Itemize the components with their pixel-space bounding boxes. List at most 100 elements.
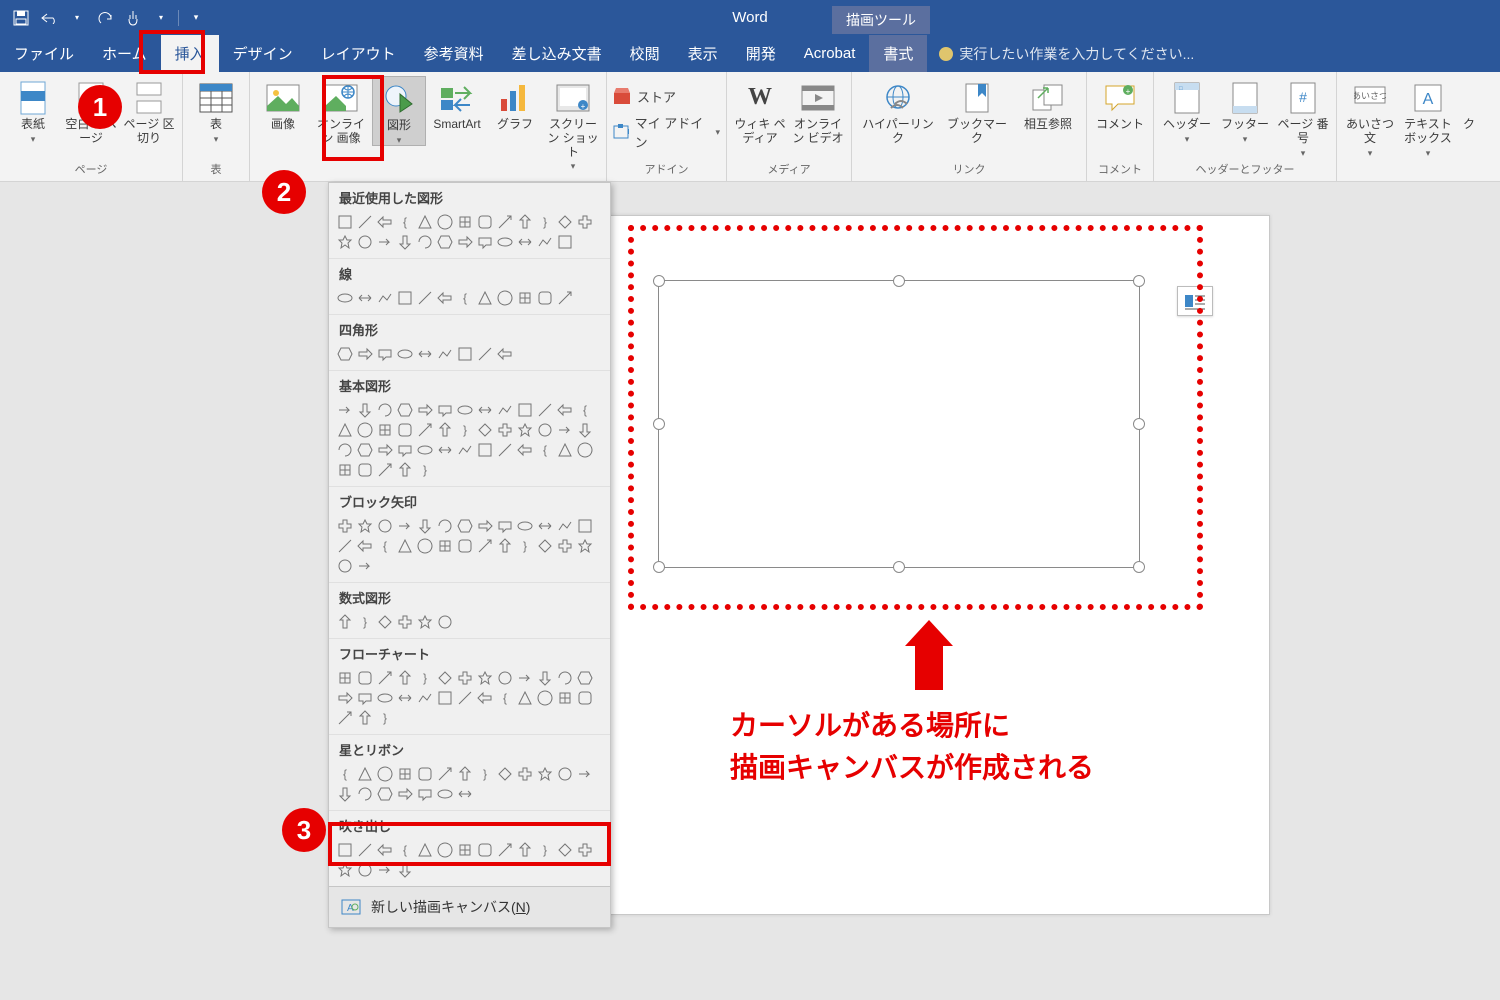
shape-option[interactable] [575, 212, 595, 232]
shape-option[interactable] [475, 288, 495, 308]
shape-option[interactable] [395, 400, 415, 420]
tab-acrobat[interactable]: Acrobat [790, 35, 870, 72]
shape-option[interactable] [415, 232, 435, 252]
shape-option[interactable] [335, 668, 355, 688]
shape-option[interactable] [335, 288, 355, 308]
shape-option[interactable] [495, 840, 515, 860]
online-video-button[interactable]: オンライン ビデオ [791, 76, 845, 146]
shape-option[interactable] [515, 232, 535, 252]
textbox-button[interactable]: Aテキスト ボックス [1401, 76, 1455, 158]
table-button[interactable]: 表 [189, 76, 243, 144]
my-addins-button[interactable]: マイ アドイン▾ [613, 118, 720, 146]
shape-option[interactable] [515, 516, 535, 536]
shape-option[interactable] [455, 344, 475, 364]
shape-option[interactable] [495, 440, 515, 460]
tab-references[interactable]: 参考資料 [410, 35, 498, 72]
shape-option[interactable] [335, 860, 355, 880]
shape-option[interactable] [515, 420, 535, 440]
shape-option[interactable] [415, 344, 435, 364]
undo-dropdown[interactable]: ▾ [66, 7, 88, 29]
shape-option[interactable]: } [515, 536, 535, 556]
shape-option[interactable] [375, 688, 395, 708]
shape-option[interactable] [415, 400, 435, 420]
shape-option[interactable] [455, 764, 475, 784]
shape-option[interactable] [355, 400, 375, 420]
shape-option[interactable] [375, 288, 395, 308]
picture-button[interactable]: 画像 [256, 76, 310, 132]
shape-option[interactable] [355, 288, 375, 308]
shape-option[interactable] [335, 212, 355, 232]
shape-option[interactable] [575, 668, 595, 688]
shape-option[interactable] [515, 668, 535, 688]
shape-option[interactable]: { [575, 400, 595, 420]
shape-option[interactable] [455, 232, 475, 252]
shape-option[interactable] [355, 460, 375, 480]
shape-option[interactable] [375, 232, 395, 252]
shape-option[interactable] [435, 688, 455, 708]
shape-option[interactable] [375, 764, 395, 784]
shape-option[interactable] [435, 764, 455, 784]
shape-option[interactable] [435, 668, 455, 688]
shape-option[interactable] [435, 440, 455, 460]
shape-option[interactable] [555, 400, 575, 420]
shape-option[interactable] [395, 612, 415, 632]
shape-option[interactable] [455, 536, 475, 556]
touch-mode-icon[interactable] [122, 7, 144, 29]
page-break-button[interactable]: ページ 区切り [122, 76, 176, 146]
comment-button[interactable]: +コメント [1093, 76, 1147, 132]
shape-option[interactable] [455, 212, 475, 232]
shape-option[interactable] [355, 556, 375, 576]
shape-option[interactable] [475, 344, 495, 364]
shape-option[interactable] [475, 440, 495, 460]
shape-option[interactable] [375, 612, 395, 632]
footer-button[interactable]: フッター [1218, 76, 1272, 144]
shape-option[interactable] [495, 344, 515, 364]
shape-option[interactable] [555, 840, 575, 860]
shape-option[interactable] [395, 668, 415, 688]
shape-option[interactable]: } [415, 460, 435, 480]
shape-option[interactable] [535, 516, 555, 536]
shape-option[interactable] [375, 460, 395, 480]
shape-option[interactable] [495, 764, 515, 784]
greeting-button[interactable]: あいさつあいさつ 文 [1343, 76, 1397, 158]
shape-option[interactable] [575, 420, 595, 440]
shape-option[interactable] [415, 784, 435, 804]
shape-option[interactable]: } [375, 708, 395, 728]
shape-option[interactable]: { [335, 764, 355, 784]
shape-option[interactable] [375, 860, 395, 880]
shape-option[interactable] [335, 556, 355, 576]
shape-option[interactable]: } [455, 420, 475, 440]
shape-option[interactable] [515, 688, 535, 708]
shape-option[interactable] [355, 212, 375, 232]
shape-option[interactable] [395, 440, 415, 460]
shape-option[interactable] [575, 840, 595, 860]
shape-option[interactable] [415, 536, 435, 556]
shape-option[interactable] [375, 840, 395, 860]
shape-option[interactable] [335, 536, 355, 556]
shape-option[interactable] [575, 440, 595, 460]
shape-option[interactable] [455, 784, 475, 804]
shape-option[interactable] [335, 784, 355, 804]
shape-option[interactable] [495, 232, 515, 252]
shape-option[interactable] [515, 840, 535, 860]
shape-option[interactable] [415, 688, 435, 708]
shape-option[interactable] [555, 688, 575, 708]
shape-option[interactable] [395, 860, 415, 880]
shape-option[interactable] [335, 460, 355, 480]
shape-option[interactable] [415, 840, 435, 860]
shape-option[interactable] [435, 784, 455, 804]
shape-option[interactable] [535, 288, 555, 308]
hyperlink-button[interactable]: ハイパーリンク [858, 76, 938, 146]
tab-review[interactable]: 校閲 [616, 35, 674, 72]
shape-option[interactable] [355, 440, 375, 460]
shape-option[interactable] [435, 212, 455, 232]
shape-option[interactable] [395, 232, 415, 252]
shape-option[interactable] [435, 232, 455, 252]
shape-option[interactable] [355, 516, 375, 536]
shape-option[interactable] [475, 668, 495, 688]
tab-format[interactable]: 書式 [869, 35, 927, 72]
tab-view[interactable]: 表示 [674, 35, 732, 72]
shape-option[interactable] [415, 440, 435, 460]
shape-option[interactable] [355, 344, 375, 364]
shape-option[interactable] [495, 536, 515, 556]
